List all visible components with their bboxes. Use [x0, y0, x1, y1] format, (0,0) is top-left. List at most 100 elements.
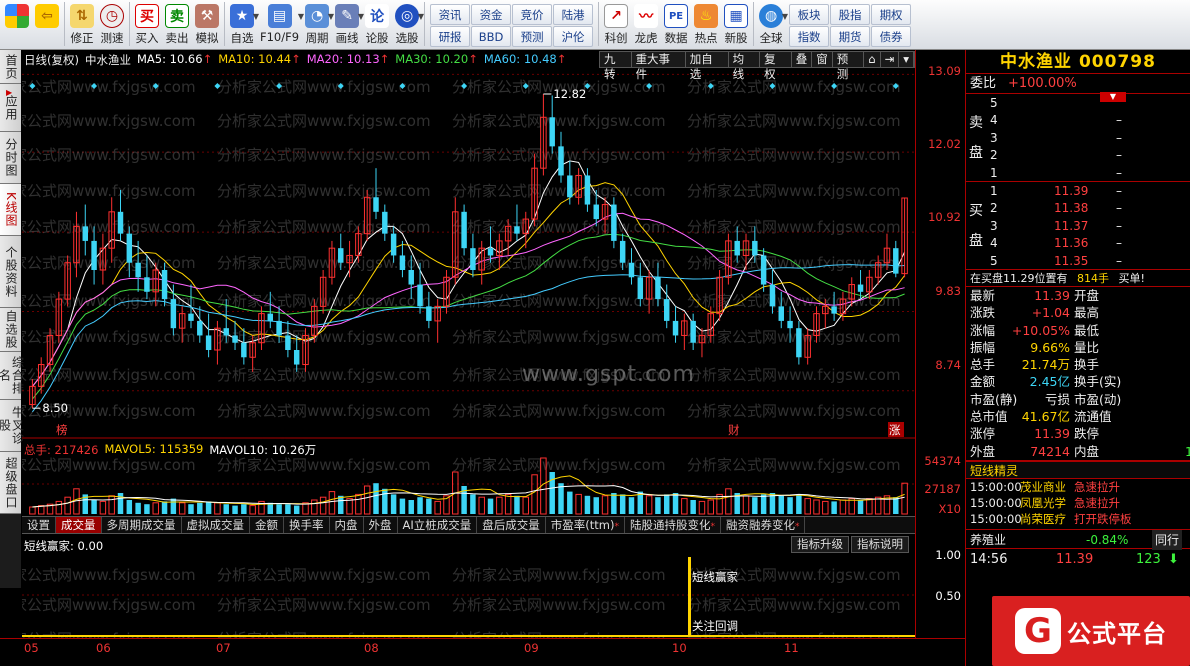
toolbar-link-6[interactable]: 陆港: [553, 4, 594, 25]
indicator-tab-0[interactable]: 设置: [22, 517, 56, 533]
chart-tool-3[interactable]: 均线: [729, 52, 761, 81]
chart-tool-7[interactable]: 预测: [833, 52, 865, 81]
ma-name: MA5: [136, 52, 163, 66]
left-tab-4[interactable]: 个股资料: [0, 236, 21, 308]
orderbook-row[interactable]: 1 11.39 –: [966, 183, 1190, 200]
toolbar-link-4[interactable]: 竞价: [512, 4, 553, 25]
toolbar-market-0[interactable]: 板块: [789, 4, 830, 25]
test-button[interactable]: ◷ 测速: [97, 2, 127, 48]
kline-chart-area[interactable]: 分析家公式网www.fxjgsw.com 分析家公式网www.fxjgsw.com…: [22, 50, 915, 638]
wizard-title[interactable]: 短线精灵: [966, 460, 1190, 479]
left-tab-6[interactable]: 综合排名: [0, 352, 25, 400]
modify-button[interactable]: ⇅ 修正: [67, 2, 97, 48]
watchlist-button[interactable]: ★ 自选 ▼: [227, 2, 259, 48]
candle-body: [893, 248, 899, 274]
indicator-help-button[interactable]: 指标说明: [851, 536, 909, 553]
redian-button[interactable]: ♨ 热点: [691, 2, 721, 48]
left-tab-label: 综合排名: [0, 356, 25, 395]
chart-tool-8[interactable]: ⌂: [864, 52, 881, 67]
orderbook-row[interactable]: 5 11.35 –: [966, 253, 1190, 270]
volume-bar: [478, 496, 485, 515]
candle-body: [672, 320, 679, 336]
orderbook-row[interactable]: 2–: [966, 147, 1190, 164]
left-tab-1[interactable]: ▶ 应用: [0, 84, 21, 132]
drawline-button[interactable]: ✎ 画线 ▼: [332, 2, 364, 48]
indicator-tab-8[interactable]: AI立桩成交量: [398, 517, 478, 533]
wizard-stock[interactable]: 茂业商业: [1020, 479, 1074, 495]
quote-label: 最低: [1074, 322, 1100, 338]
back-button[interactable]: ⇦: [32, 2, 62, 48]
shuju-button[interactable]: PE 数据: [661, 2, 691, 48]
chart-tool-4[interactable]: 复权: [760, 52, 792, 81]
toolbar-market-4[interactable]: 期权: [871, 4, 912, 25]
indicator-tab-1[interactable]: 成交量: [56, 517, 102, 533]
toolbar-market-5[interactable]: 债券: [871, 26, 912, 47]
chart-tool-10[interactable]: ▾: [899, 52, 914, 67]
indicator-tab-7[interactable]: 外盘: [364, 517, 398, 533]
quote-label: 最新: [970, 288, 996, 303]
toolbar-market-1[interactable]: 指数: [789, 26, 830, 47]
left-tab-0[interactable]: 首页: [0, 50, 21, 84]
orderbook-row[interactable]: 3 11.37 –: [966, 218, 1190, 235]
left-tab-2[interactable]: 分时图: [0, 132, 21, 184]
chart-tool-6[interactable]: 窗: [812, 52, 833, 67]
chart-tool-9[interactable]: ⇥: [881, 52, 900, 67]
sector-row[interactable]: 养殖业 -0.84% 同行: [966, 528, 1190, 550]
toolbar-link-3[interactable]: BBD: [471, 26, 512, 47]
indicator-tab-label: 市盈率(ttm): [550, 518, 615, 532]
orderbook-row[interactable]: 4–: [966, 112, 1190, 129]
left-tab-7[interactable]: 牛叉诊股: [0, 400, 25, 452]
indicator-upgrade-button[interactable]: 指标升级: [791, 536, 849, 553]
buy-button[interactable]: 买买入: [132, 2, 162, 48]
indicator-tab-2[interactable]: 多周期成交量: [102, 517, 182, 533]
toolbar-link-1[interactable]: 研报: [430, 26, 471, 47]
indicator-tab-5[interactable]: 换手率: [284, 517, 330, 533]
indicator-tab-3[interactable]: 虚拟成交量: [182, 517, 250, 533]
xingu-button[interactable]: ▦ 新股: [721, 2, 751, 48]
pickstock-button[interactable]: ◎ 选股 ▼: [392, 2, 424, 48]
indicator-tab-10[interactable]: 市盈率(ttm)*: [546, 517, 625, 533]
quote-label: 换手(实): [1074, 374, 1122, 390]
toolbar-link-7[interactable]: 沪伦: [553, 26, 594, 47]
indicator-tab-6[interactable]: 内盘: [330, 517, 364, 533]
longhu-button[interactable]: 〰龙虎: [631, 2, 661, 48]
wizard-stock[interactable]: 尚荣医疗: [1020, 511, 1074, 527]
indicator-tab-12[interactable]: 融资融券变化*: [721, 517, 806, 533]
quote-label: 振幅: [970, 339, 996, 355]
indicator-tab-9[interactable]: 盘后成交量: [477, 517, 546, 533]
lungu-button[interactable]: 论论股: [362, 2, 392, 48]
home-button[interactable]: [2, 2, 32, 48]
candle-body: [426, 306, 432, 321]
chart-tool-5[interactable]: 叠: [792, 52, 813, 67]
left-tab-5[interactable]: 自选股: [0, 308, 21, 352]
period-button[interactable]: ◔ 周期 ▼: [302, 2, 334, 48]
sector-tab[interactable]: 同行: [1152, 529, 1183, 550]
toolbar-market-3[interactable]: 期货: [830, 26, 871, 47]
left-tab-8[interactable]: 超级盘口: [0, 452, 21, 514]
toolbar-link-5[interactable]: 预测: [512, 26, 553, 47]
f10-button[interactable]: ▤ F10/F9 ▼: [257, 2, 304, 48]
left-tab-3[interactable]: K线图: [0, 184, 21, 236]
orderbook-row[interactable]: 4 11.36 –: [966, 235, 1190, 252]
indicator-tab-11[interactable]: 陆股通持股变化*: [625, 517, 721, 533]
orderbook-row[interactable]: 1–: [966, 165, 1190, 182]
orderbook-row[interactable]: 2 11.38 –: [966, 200, 1190, 217]
chart-tool-2[interactable]: 加自选: [686, 52, 729, 81]
toolbar-link-0[interactable]: 资讯: [430, 4, 471, 25]
chart-tool-0[interactable]: 九转: [600, 52, 632, 81]
ma-legend-item: MA5: 10.66↑: [136, 52, 213, 66]
simulate-button[interactable]: ⚒ 模拟: [192, 2, 222, 48]
chart-tool-1[interactable]: 重大事件: [632, 52, 686, 81]
wizard-stock[interactable]: 凤凰光学: [1020, 495, 1074, 511]
indicator-tab-4[interactable]: 金额: [250, 517, 284, 533]
kecheng-button[interactable]: ↗ 科创: [601, 2, 631, 48]
sell-button[interactable]: 卖卖出: [162, 2, 192, 48]
toolbar-market-2[interactable]: 股指: [830, 4, 871, 25]
orderbook-row[interactable]: 5: [966, 95, 1190, 112]
quanqiu-button[interactable]: ◍ 全球 ▼: [756, 2, 788, 48]
kline-chart-svg[interactable]: 分析家公式网www.fxjgsw.com 分析家公式网www.fxjgsw.com…: [22, 50, 915, 638]
collapse-arrow-icon[interactable]: ▼: [1100, 92, 1126, 102]
toolbar-link-2[interactable]: 资金: [471, 4, 512, 25]
candle-body: [276, 320, 282, 336]
orderbook-row[interactable]: 3–: [966, 130, 1190, 147]
